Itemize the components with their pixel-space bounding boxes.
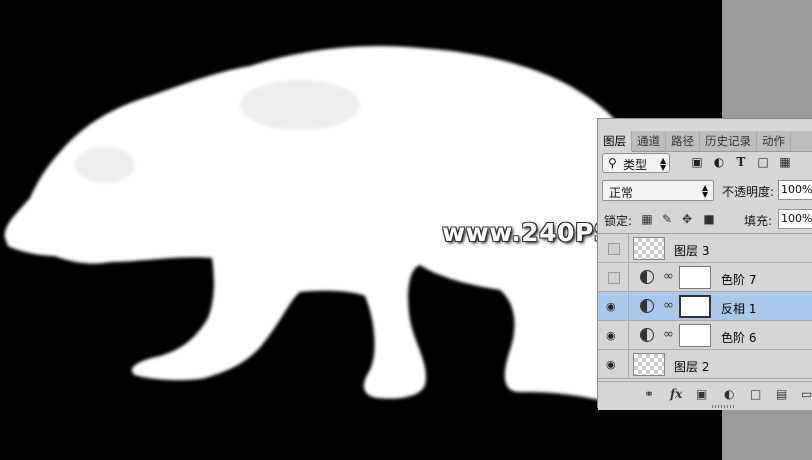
lock-brush-icon[interactable]: ✎ <box>660 211 674 227</box>
adjustment-layer-icon <box>640 270 654 284</box>
lock-move-icon[interactable]: ✥ <box>680 211 694 227</box>
lock-row: 锁定: ▦ ✎ ✥ ■ 填充: 100% <box>602 209 812 231</box>
visibility-toggle[interactable]: ◉ <box>598 350 629 378</box>
tab-actions[interactable]: 动作 <box>757 131 791 151</box>
eye-icon: ◉ <box>606 358 616 371</box>
filter-type-label: 类型 <box>623 158 648 172</box>
opacity-label: 不透明度: <box>722 185 775 199</box>
tab-history[interactable]: 历史记录 <box>700 131 757 151</box>
adjustment-filter-icon[interactable]: ◐ <box>712 155 726 169</box>
tab-layers[interactable]: 图层 <box>598 131 632 152</box>
layer-mask-thumbnail[interactable] <box>679 295 711 318</box>
link-icon[interactable]: ∞ <box>663 269 674 284</box>
type-filter-icon[interactable]: T <box>734 155 748 169</box>
blend-mode-value: 正常 <box>609 186 634 200</box>
layer-name: 图层 2 <box>674 360 710 374</box>
eye-icon: ◉ <box>606 300 616 313</box>
layer-row[interactable]: 图层 3 <box>598 234 812 263</box>
layers-panel: 图层 通道 路径 历史记录 动作 ⚲ 类型 ▲ ▼ ▣ ◐ T □ ▦ 正常 ▲ ▼… <box>597 118 812 410</box>
shape-filter-icon[interactable]: □ <box>756 155 770 169</box>
blend-row: 正常 ▲ ▼ 不透明度: 100% <box>602 180 812 202</box>
resize-grip[interactable] <box>712 405 734 408</box>
opacity-field[interactable]: 100% <box>778 180 812 200</box>
layer-mask-thumbnail[interactable] <box>679 324 711 347</box>
link-icon[interactable]: ∞ <box>663 298 674 313</box>
spinner-arrows-icon: ▲ ▼ <box>702 183 709 199</box>
tab-paths[interactable]: 路径 <box>666 131 700 151</box>
layer-name: 反相 1 <box>721 302 757 316</box>
layers-list: 图层 3 ∞ 色阶 7 ◉ ∞ 反相 1 ◉ ∞ 色阶 6 ◉ 图层 2 <box>598 234 812 379</box>
lock-transparent-icon[interactable]: ▦ <box>640 211 654 227</box>
image-filter-icon[interactable]: ▣ <box>690 155 704 169</box>
add-mask-icon[interactable]: ▣ <box>696 387 707 401</box>
layer-filter-dropdown[interactable]: ⚲ 类型 ▲ ▼ <box>602 153 670 173</box>
hidden-visibility-icon <box>608 243 620 255</box>
layer-row[interactable]: ◉ 图层 2 <box>598 350 812 379</box>
lock-all-icon[interactable]: ■ <box>702 211 716 227</box>
layer-row[interactable]: ◉ ∞ 色阶 6 <box>598 321 812 350</box>
layer-thumbnail <box>633 237 665 260</box>
hidden-visibility-icon <box>608 272 620 284</box>
adjustment-layer-icon <box>640 328 654 342</box>
delete-icon[interactable]: ▭ <box>801 387 812 401</box>
search-icon: ⚲ <box>608 156 617 170</box>
eye-icon: ◉ <box>606 329 616 342</box>
visibility-toggle[interactable]: ◉ <box>598 292 629 320</box>
link-icon[interactable]: ∞ <box>663 327 674 342</box>
spinner-arrows-icon: ▲ ▼ <box>660 156 667 172</box>
fill-field[interactable]: 100% <box>778 209 812 229</box>
layer-thumbnail <box>633 353 665 376</box>
fx-icon[interactable]: fx <box>670 387 682 401</box>
layers-panel-footer: ⚭ fx ▣ ◐ □ ▤ ▭ <box>598 381 812 410</box>
adjustment-layer-icon <box>640 299 654 313</box>
new-group-icon[interactable]: □ <box>750 387 761 401</box>
layer-row[interactable]: ∞ 色阶 7 <box>598 263 812 292</box>
lock-label: 锁定: <box>604 214 633 228</box>
fill-label: 填充: <box>744 214 773 228</box>
blend-mode-select[interactable]: 正常 ▲ ▼ <box>602 180 714 201</box>
visibility-toggle[interactable] <box>598 263 629 291</box>
layer-mask-thumbnail[interactable] <box>679 266 711 289</box>
tab-channels[interactable]: 通道 <box>632 131 666 151</box>
layer-name: 图层 3 <box>674 244 710 258</box>
smart-object-filter-icon[interactable]: ▦ <box>778 155 792 169</box>
new-adjustment-icon[interactable]: ◐ <box>724 387 734 401</box>
layer-name: 色阶 7 <box>721 273 757 287</box>
panel-tabs: 图层 通道 路径 历史记录 动作 <box>598 131 812 152</box>
visibility-toggle[interactable]: ◉ <box>598 321 629 349</box>
layer-name: 色阶 6 <box>721 331 757 345</box>
layer-row-selected[interactable]: ◉ ∞ 反相 1 <box>598 292 812 321</box>
new-layer-icon[interactable]: ▤ <box>776 387 787 401</box>
link-layers-icon[interactable]: ⚭ <box>644 387 654 401</box>
visibility-toggle[interactable] <box>598 234 629 262</box>
layer-filter-row: ⚲ 类型 ▲ ▼ ▣ ◐ T □ ▦ <box>602 153 809 175</box>
